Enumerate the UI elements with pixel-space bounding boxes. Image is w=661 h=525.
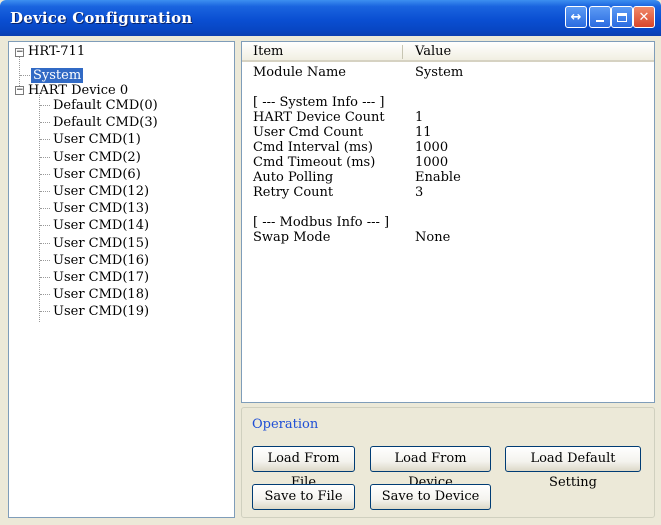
tree-line xyxy=(40,225,50,227)
row-value[interactable]: Enable xyxy=(415,171,461,185)
tree-node-hart-device-0[interactable]: HART Device 0 xyxy=(28,83,128,98)
load-default-setting-button[interactable]: Load Default Setting xyxy=(505,446,641,490)
close-icon: ✕ xyxy=(638,9,650,25)
save-to-device-button[interactable]: Save to Device xyxy=(370,484,491,510)
tree-line xyxy=(40,139,50,141)
tree-node-command[interactable]: User CMD(2) xyxy=(53,150,141,165)
tree-line xyxy=(40,311,50,313)
device-tree[interactable]: − HRT-711 System − HART Device 0 Default… xyxy=(8,41,235,518)
minimize-icon xyxy=(596,20,604,22)
tree-node-hrt-711[interactable]: HRT-711 xyxy=(28,44,85,59)
tree-line xyxy=(40,294,50,296)
device-configuration-window: Device Configuration ↔ ✕ − HRT-711 Syste… xyxy=(0,0,661,525)
tree-line xyxy=(40,208,50,210)
row-item[interactable]: Cmd Interval (ms) xyxy=(253,141,373,155)
operation-group: Operation Load From File Load From Devic… xyxy=(241,407,655,518)
row-value[interactable]: 11 xyxy=(415,126,432,140)
arrows-icon: ↔ xyxy=(570,9,582,25)
window-title: Device Configuration xyxy=(10,9,193,27)
tree-node-command[interactable]: Default CMD(0) xyxy=(53,98,158,113)
minimize-button[interactable] xyxy=(589,6,611,28)
tree-line xyxy=(20,75,30,76)
client-area: − HRT-711 System − HART Device 0 Default… xyxy=(4,36,657,521)
tree-node-command[interactable]: User CMD(16) xyxy=(53,253,149,268)
row-item[interactable]: Auto Polling xyxy=(253,171,333,185)
collapse-root-icon[interactable]: − xyxy=(15,48,24,57)
tree-line xyxy=(40,191,50,192)
load-from-file-button[interactable]: Load From File xyxy=(252,446,355,490)
list-header: Item Value xyxy=(242,42,654,62)
restore-arrows-button[interactable]: ↔ xyxy=(565,6,587,28)
row-item[interactable]: HART Device Count xyxy=(253,111,385,125)
operation-label: Operation xyxy=(252,417,319,432)
row-item[interactable]: Module Name xyxy=(253,66,346,80)
tree-node-command[interactable]: User CMD(6) xyxy=(53,167,141,182)
tree-node-command[interactable]: User CMD(14) xyxy=(53,218,149,233)
tree-line xyxy=(40,122,50,124)
row-item[interactable]: Cmd Timeout (ms) xyxy=(253,156,375,170)
column-divider[interactable] xyxy=(402,45,403,59)
tree-node-command[interactable]: User CMD(18) xyxy=(53,287,149,302)
tree-line xyxy=(40,173,50,175)
row-value[interactable]: 1000 xyxy=(415,156,448,170)
row-value[interactable]: None xyxy=(415,231,450,245)
tree-node-command[interactable]: Default CMD(3) xyxy=(53,115,158,130)
maximize-button[interactable] xyxy=(611,6,633,28)
tree-node-command[interactable]: User CMD(13) xyxy=(53,201,149,216)
row-value[interactable]: 1 xyxy=(415,111,423,125)
tree-node-command[interactable]: User CMD(12) xyxy=(53,184,149,199)
column-header-value[interactable]: Value xyxy=(415,44,451,59)
row-item[interactable]: User Cmd Count xyxy=(253,126,363,140)
close-button[interactable]: ✕ xyxy=(633,6,655,28)
tree-node-command[interactable]: User CMD(15) xyxy=(53,236,149,251)
save-to-file-button[interactable]: Save to File xyxy=(252,484,355,510)
tree-node-system[interactable]: System xyxy=(31,68,84,83)
property-list[interactable]: Item Value Module Name System [ --- System… xyxy=(241,41,655,403)
tree-line xyxy=(40,259,50,261)
row-item[interactable]: Swap Mode xyxy=(253,231,330,245)
title-bar[interactable]: Device Configuration ↔ ✕ xyxy=(0,0,661,36)
tree-line xyxy=(40,242,50,244)
row-value[interactable]: System xyxy=(415,66,463,80)
tree-line xyxy=(40,277,50,278)
tree-line xyxy=(40,105,50,106)
row-value[interactable]: 3 xyxy=(415,186,423,200)
tree-node-command[interactable]: User CMD(19) xyxy=(53,304,149,319)
tree-line xyxy=(40,156,50,158)
load-from-device-button[interactable]: Load From Device xyxy=(370,446,491,490)
row-item[interactable]: Retry Count xyxy=(253,186,333,200)
maximize-icon xyxy=(617,12,627,22)
collapse-device-icon[interactable]: − xyxy=(15,86,24,95)
row-value[interactable]: 1000 xyxy=(415,141,448,155)
tree-node-command[interactable]: User CMD(1) xyxy=(53,132,141,147)
row-item[interactable]: [ --- Modbus Info --- ] xyxy=(253,216,389,230)
column-header-item[interactable]: Item xyxy=(253,44,283,59)
row-item[interactable]: [ --- System Info --- ] xyxy=(253,96,384,110)
tree-node-command[interactable]: User CMD(17) xyxy=(53,270,149,285)
